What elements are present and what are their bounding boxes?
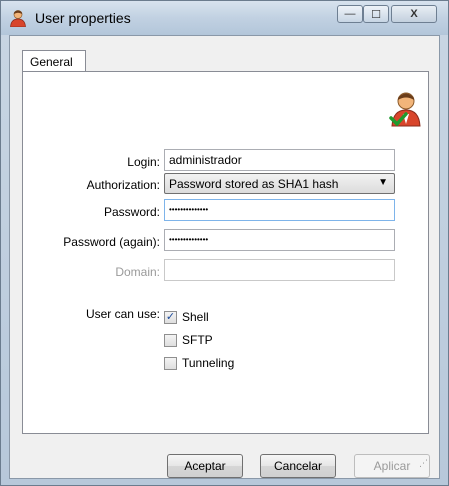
shell-checkbox-row[interactable]: ✓ Shell (164, 309, 209, 325)
dropdown-arrow-icon: ▼ (378, 177, 388, 188)
window-title: User properties (35, 10, 131, 26)
user-icon (10, 10, 26, 27)
tunneling-checkbox-row[interactable]: Tunneling (164, 355, 234, 371)
cancel-button[interactable]: Cancelar (260, 454, 336, 478)
general-panel: Login: administrador Authorization: Pass… (22, 71, 429, 434)
authorization-label: Authorization: (86, 178, 160, 192)
user-check-icon (389, 92, 421, 127)
password-input[interactable]: •••••••••••••• (164, 199, 395, 221)
resize-grip-icon[interactable]: ⋰ (419, 458, 429, 468)
checkmark-icon: ✓ (165, 310, 176, 323)
tab-general[interactable]: General (22, 50, 86, 72)
minimize-icon: — (344, 8, 356, 20)
maximize-icon: ☐ (371, 8, 381, 21)
authorization-select[interactable]: Password stored as SHA1 hash ▼ (164, 173, 395, 194)
password-label: Password: (103, 205, 160, 219)
close-icon: X (410, 8, 418, 20)
title-bar[interactable]: User properties — ☐ X (1, 1, 448, 35)
password-again-label: Password (again): (63, 235, 160, 249)
user-properties-window: User properties — ☐ X General Login: adm… (0, 0, 449, 486)
sftp-checkbox[interactable] (164, 333, 177, 347)
tunneling-checkbox-label: Tunneling (182, 356, 235, 370)
tunneling-checkbox[interactable] (164, 356, 177, 370)
password-again-input[interactable]: •••••••••••••• (164, 229, 395, 251)
domain-input (164, 259, 395, 281)
sftp-checkbox-label: SFTP (182, 333, 213, 347)
sftp-checkbox-row[interactable]: SFTP (164, 332, 213, 348)
domain-label: Domain: (115, 265, 160, 279)
login-input[interactable]: administrador (164, 149, 395, 171)
authorization-value: Password stored as SHA1 hash (169, 177, 339, 191)
accept-button[interactable]: Aceptar (167, 454, 243, 478)
shell-checkbox-label: Shell (182, 310, 209, 324)
maximize-button[interactable]: ☐ (363, 5, 389, 23)
tab-label: General (30, 55, 73, 69)
close-button[interactable]: X (391, 5, 437, 23)
shell-checkbox[interactable]: ✓ (164, 310, 177, 324)
login-label: Login: (127, 155, 160, 169)
dialog-client-area: General Login: administrador Authorizati… (9, 35, 440, 479)
minimize-button[interactable]: — (337, 5, 363, 23)
user-can-use-label: User can use: (85, 307, 160, 321)
